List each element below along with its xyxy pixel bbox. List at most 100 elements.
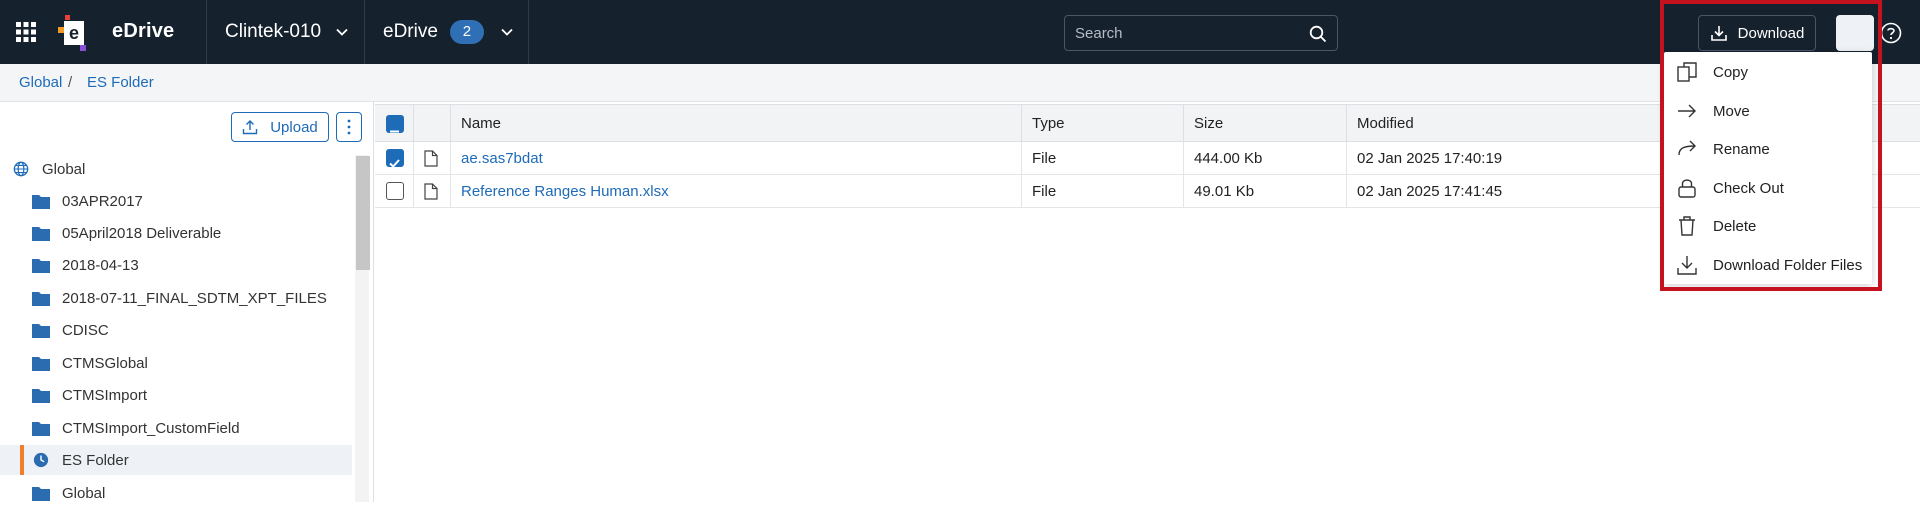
clock-icon <box>33 452 49 468</box>
divider <box>364 0 365 64</box>
lock-icon <box>1678 179 1696 198</box>
help-icon[interactable] <box>1880 22 1902 44</box>
tree-item-es-folder[interactable]: ES Folder <box>0 445 352 475</box>
tree-item-label: 05April2018 Deliverable <box>62 224 222 242</box>
chevron-down-icon <box>501 28 513 36</box>
folder-sidebar: Upload Global 03APR2017 05April2018 Deli… <box>0 102 374 502</box>
more-vertical-icon <box>347 119 351 135</box>
menu-item-move[interactable]: Move <box>1664 92 1872 130</box>
tree-item-folder[interactable]: CTMSImport <box>0 380 352 410</box>
folder-icon <box>32 324 50 338</box>
svg-text:e: e <box>69 23 79 43</box>
menu-item-rename[interactable]: Rename <box>1664 130 1872 168</box>
minus-icon <box>390 130 399 133</box>
breadcrumb-separator: / <box>68 74 73 91</box>
menu-item-label: Move <box>1713 102 1750 120</box>
file-size: 444.00 Kb <box>1184 142 1347 175</box>
row-checkbox[interactable] <box>386 149 404 168</box>
menu-item-label: Rename <box>1713 140 1770 158</box>
upload-label: Upload <box>270 118 318 136</box>
column-header-size[interactable]: Size <box>1184 105 1347 143</box>
file-icon <box>424 183 438 200</box>
file-name-link[interactable]: Reference Ranges Human.xlsx <box>451 175 1022 208</box>
folder-icon <box>32 389 50 403</box>
tree-item-label: Global <box>42 160 86 178</box>
divider <box>528 0 529 64</box>
folder-icon <box>32 259 50 273</box>
search-input[interactable] <box>1075 22 1295 44</box>
module-label: eDrive <box>383 21 438 42</box>
file-type: File <box>1022 175 1184 208</box>
breadcrumb: Global / ES Folder <box>0 64 1920 102</box>
tree-item-label: ES Folder <box>62 451 129 469</box>
icon-column-header <box>414 105 451 143</box>
upload-button[interactable]: Upload <box>231 112 329 142</box>
tree-item-folder[interactable]: CDISC <box>0 315 352 345</box>
folder-icon <box>32 487 50 501</box>
copy-icon <box>1677 62 1697 82</box>
more-actions-button[interactable] <box>1836 15 1874 51</box>
column-header-name[interactable]: Name <box>451 105 1022 143</box>
tree-item-label: CTMSImport <box>62 386 148 404</box>
tree-item-folder[interactable]: CTMSImport_CustomField <box>0 413 352 443</box>
tree-root-global[interactable]: Global <box>0 154 352 184</box>
edrive-logo: e <box>58 15 86 51</box>
trash-icon <box>1679 216 1695 236</box>
menu-item-delete[interactable]: Delete <box>1664 207 1872 245</box>
check-icon <box>389 159 400 168</box>
menu-item-label: Check Out <box>1713 179 1784 197</box>
download-label: Download <box>1737 24 1805 42</box>
app-title: eDrive <box>112 20 175 42</box>
breadcrumb-es-folder[interactable]: ES Folder <box>87 74 154 91</box>
file-type: File <box>1022 142 1184 175</box>
module-count-badge: 2 <box>449 20 484 44</box>
upload-icon <box>243 120 258 135</box>
tree-item-folder[interactable]: 2018-04-13 <box>0 250 352 280</box>
tree-item-label: 03APR2017 <box>62 192 143 210</box>
tree-item-folder[interactable]: 05April2018 Deliverable <box>0 218 352 248</box>
row-checkbox[interactable] <box>386 182 404 200</box>
tree-item-label: CTMSImport_CustomField <box>62 419 240 437</box>
column-header-type[interactable]: Type <box>1022 105 1184 143</box>
chevron-down-icon <box>336 28 348 36</box>
menu-item-check-out[interactable]: Check Out <box>1664 169 1872 207</box>
more-actions-menu: Copy Move Rename Check Out Delete Downlo… <box>1664 52 1872 284</box>
tree-item-folder[interactable]: 2018-07-11_FINAL_SDTM_XPT_FILES <box>0 283 352 313</box>
sidebar-scrollbar-thumb[interactable] <box>356 156 370 270</box>
download-button[interactable]: Download <box>1698 15 1816 51</box>
sidebar-more-button[interactable] <box>336 112 362 142</box>
workspace-label: Clintek-010 <box>225 21 322 42</box>
module-dropdown[interactable]: eDrive 2 <box>383 0 514 64</box>
menu-item-label: Copy <box>1713 63 1749 81</box>
breadcrumb-global[interactable]: Global <box>19 74 62 91</box>
row-icon-cell <box>414 175 451 208</box>
tree-item-label: 2018-07-11_FINAL_SDTM_XPT_FILES <box>62 289 327 307</box>
folder-icon <box>32 292 50 306</box>
search-icon[interactable] <box>1309 25 1327 43</box>
arrow-right-icon <box>1678 104 1696 118</box>
folder-icon <box>32 227 50 241</box>
tree-item-label: CTMSGlobal <box>62 354 148 372</box>
folder-icon <box>32 422 50 436</box>
tree-item-label: CDISC <box>62 321 109 339</box>
tree-item-folder[interactable]: CTMSGlobal <box>0 348 352 378</box>
top-bar: e eDrive Clintek-010 eDrive 2 Download <box>0 0 1920 64</box>
row-icon-cell <box>414 142 451 175</box>
divider <box>206 0 207 64</box>
tree-item-label: 2018-04-13 <box>62 256 139 274</box>
workspace-dropdown[interactable]: Clintek-010 <box>225 0 349 64</box>
menu-item-download-folder-files[interactable]: Download Folder Files <box>1664 246 1872 284</box>
folder-icon <box>32 357 50 371</box>
menu-item-label: Delete <box>1713 217 1757 235</box>
tree-item-label: Global <box>62 484 106 502</box>
tree-item-folder[interactable]: 03APR2017 <box>0 186 352 216</box>
tree-item-folder[interactable]: Global <box>0 478 352 508</box>
select-all-checkbox[interactable] <box>386 115 404 133</box>
select-all-cell <box>375 105 414 143</box>
file-icon <box>424 150 438 167</box>
app-grid-icon[interactable] <box>14 20 38 44</box>
row-select-cell <box>375 142 414 175</box>
file-size: 49.01 Kb <box>1184 175 1347 208</box>
menu-item-copy[interactable]: Copy <box>1664 53 1872 91</box>
file-name-link[interactable]: ae.sas7bdat <box>451 142 1022 175</box>
